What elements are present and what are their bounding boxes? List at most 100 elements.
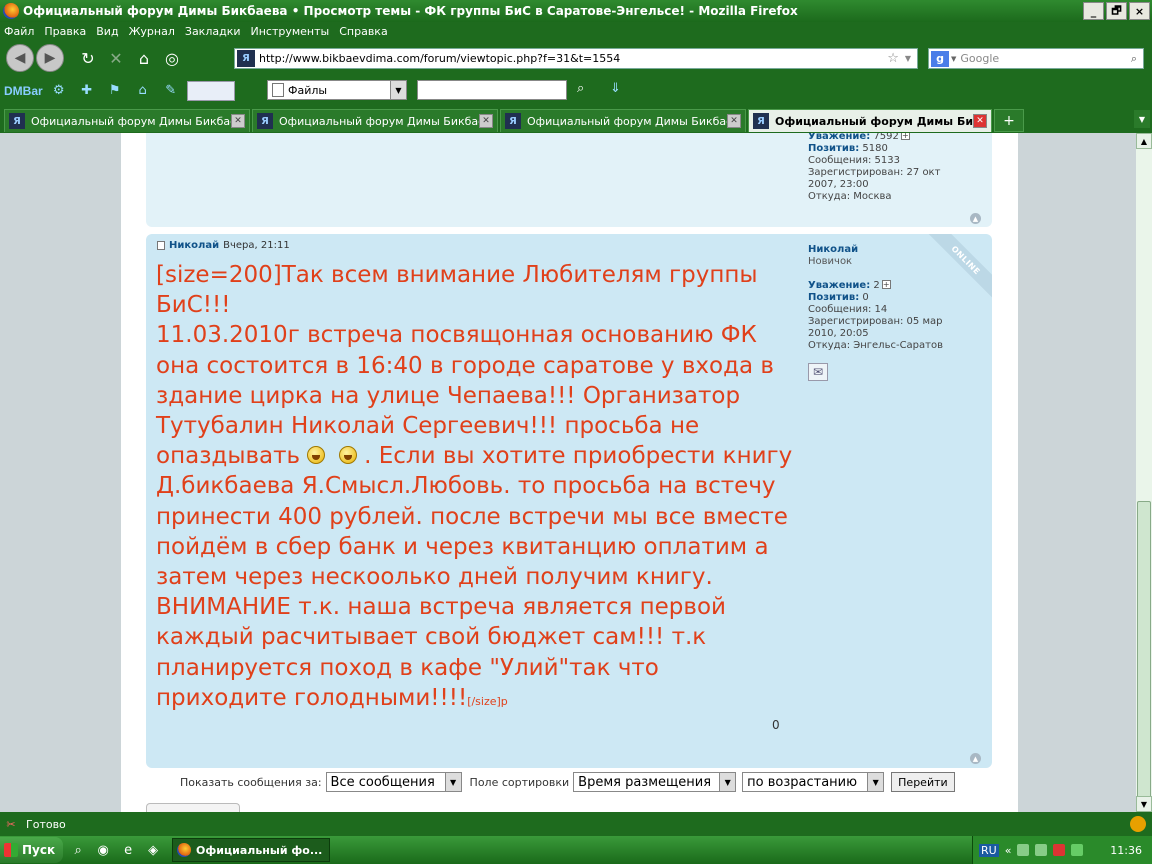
post-text-tail: [/size]p [467, 694, 508, 708]
firefox-icon [3, 3, 19, 19]
plus-icon[interactable]: + [881, 280, 891, 289]
files-label: Файлы [288, 83, 328, 97]
tab-1[interactable]: Я Официальный форум Димы Бикбаева... ✕ [4, 109, 250, 132]
document-icon [272, 83, 284, 97]
start-button[interactable]: Пуск [0, 837, 64, 863]
show-posts-label: Показать сообщения за: [180, 775, 322, 789]
quicklaunch-app-icon[interactable]: ◈ [143, 840, 163, 860]
tray-expand-icon[interactable]: « [1005, 844, 1012, 857]
url-dropdown-icon[interactable]: ▼ [905, 54, 911, 63]
sort-order-select[interactable]: по возрастанию ▼ [742, 772, 885, 792]
positive-value: 0 [862, 292, 869, 303]
search-icon[interactable]: ⌕ [1131, 52, 1137, 66]
menu-history[interactable]: Журнал [129, 25, 175, 38]
home-icon[interactable]: ⌂ [130, 44, 158, 72]
chevron-down-icon[interactable]: ▼ [444, 773, 461, 791]
window-title: Официальный форум Димы Бикбаева • Просмо… [23, 4, 798, 18]
registered-date: Зарегистрирован: 05 мар [808, 316, 943, 327]
close-window-button[interactable]: × [1129, 2, 1150, 20]
tab-close-icon[interactable]: ✕ [231, 114, 245, 128]
tab-3[interactable]: Я Официальный форум Димы Бикбаев... ✕ [500, 109, 746, 132]
plus-icon[interactable]: + [900, 133, 910, 140]
url-bar[interactable]: Я http://www.bikbaevdima.com/forum/viewt… [234, 48, 918, 69]
bookmark-star-icon[interactable]: ☆ [887, 51, 899, 66]
tab-2[interactable]: Я Официальный форум Димы Бикбаев... ✕ [252, 109, 498, 132]
quicklaunch-search-icon[interactable]: ⌕ [68, 840, 88, 860]
quicklaunch-ie-icon[interactable]: e [118, 840, 138, 860]
page-viewport: Уважение: 7592 + Позитив: 5180 Сообщения:… [0, 133, 1136, 812]
home-menu-icon[interactable]: ⌂ [131, 81, 155, 101]
chevron-down-icon[interactable]: ▼ [390, 81, 406, 99]
taskbar-item-firefox[interactable]: Официальный фо... [172, 838, 330, 862]
tab-4-active[interactable]: Я Официальный форум Димы Бик... ✕ [748, 109, 992, 132]
tray-volume-icon[interactable] [1035, 844, 1048, 856]
system-tray: RU « 11:36 [972, 836, 1152, 864]
url-text[interactable]: http://www.bikbaevdima.com/forum/viewtop… [259, 52, 887, 65]
menu-view[interactable]: Вид [96, 25, 118, 38]
back-icon[interactable]: ◀ [6, 44, 34, 72]
tab-close-icon[interactable]: ✕ [973, 114, 987, 128]
addon-status-icon[interactable] [1130, 816, 1146, 832]
dm-settings-icon[interactable]: ⚙ [47, 81, 71, 101]
tray-antivirus-icon[interactable] [1053, 844, 1066, 856]
language-indicator[interactable]: RU [979, 843, 999, 857]
back-to-top-icon[interactable]: ▲ [970, 753, 981, 764]
status-text: Готово [26, 817, 66, 831]
tab-close-icon[interactable]: ✕ [479, 114, 493, 128]
files-dropdown[interactable]: Файлы ▼ [267, 80, 407, 100]
post-text-line-3: . Если вы хотите приобрести книгу Д.бикб… [156, 443, 793, 711]
minimize-button[interactable]: _ [1083, 2, 1104, 20]
chevron-down-icon[interactable]: ▼ [867, 773, 884, 791]
tab-close-icon[interactable]: ✕ [727, 114, 741, 128]
dm-search-icon[interactable]: ⌕ [577, 81, 584, 96]
show-posts-value: Все сообщения [330, 774, 435, 790]
post-icon[interactable] [157, 241, 165, 250]
scroll-up-icon[interactable]: ▲ [1136, 133, 1152, 149]
tab-label: Официальный форум Димы Бик... [775, 114, 973, 128]
forum-post: Николай Вчера, 21:11 ONLINE [size=200]Та… [146, 234, 992, 768]
back-to-top-icon[interactable]: ▲ [970, 213, 981, 224]
dm-search-input[interactable] [417, 80, 567, 100]
menu-help[interactable]: Справка [339, 25, 387, 38]
new-tab-button[interactable]: + [994, 109, 1024, 132]
post-counter: 0 [772, 718, 780, 732]
search-bar[interactable]: g ▼ Google ⌕ [928, 48, 1144, 69]
stop-icon[interactable]: ✕ [102, 44, 130, 72]
menu-edit[interactable]: Правка [44, 25, 86, 38]
restore-button[interactable]: 🗗 [1106, 2, 1127, 20]
scroll-down-icon[interactable]: ▼ [1136, 796, 1152, 812]
email-icon[interactable]: ✉ [808, 363, 828, 381]
vertical-scrollbar[interactable]: ▲ ▼ [1136, 133, 1152, 823]
tab-list-icon[interactable]: ▼ [1134, 110, 1150, 128]
reload-icon[interactable]: ↻ [74, 44, 102, 72]
google-icon[interactable]: g [931, 50, 949, 67]
location: Откуда: Москва [808, 191, 892, 202]
smiley-icon [303, 442, 329, 466]
bottom-button-partial[interactable] [146, 803, 240, 812]
search-placeholder[interactable]: Google [956, 52, 1130, 65]
profile-name[interactable]: Николай [808, 244, 943, 256]
profile-rank: Новичок [808, 256, 853, 267]
forward-icon[interactable]: ▶ [36, 44, 64, 72]
scroll-thumb[interactable] [1137, 501, 1151, 823]
hand-button[interactable] [186, 80, 235, 101]
quicklaunch-firefox-icon[interactable]: ◉ [93, 840, 113, 860]
addon-icon[interactable]: ◎ [158, 44, 186, 72]
menu-file[interactable]: Файл [4, 25, 34, 38]
chevron-down-icon[interactable]: ▼ [719, 773, 736, 791]
post1-profile: Уважение: 7592 + Позитив: 5180 Сообщения:… [808, 133, 940, 203]
users-icon[interactable]: ⚑ [103, 81, 127, 101]
menu-bookmarks[interactable]: Закладки [185, 25, 241, 38]
tab-label: Официальный форум Димы Бикбаева... [31, 114, 231, 128]
tray-network-icon[interactable] [1017, 844, 1030, 856]
add-icon[interactable]: ✚ [75, 81, 99, 101]
tools-icon[interactable]: ✎ [159, 81, 183, 101]
respect-value: 7592 [873, 133, 899, 142]
show-posts-select[interactable]: Все сообщения ▼ [325, 772, 462, 792]
go-button[interactable]: Перейти [891, 772, 955, 792]
menu-tools[interactable]: Инструменты [251, 25, 330, 38]
download-icon[interactable]: ⇓ [610, 81, 621, 96]
tray-signal-icon[interactable] [1071, 844, 1084, 856]
post-author[interactable]: Николай [169, 240, 219, 251]
sort-field-select[interactable]: Время размещения ▼ [573, 772, 737, 792]
